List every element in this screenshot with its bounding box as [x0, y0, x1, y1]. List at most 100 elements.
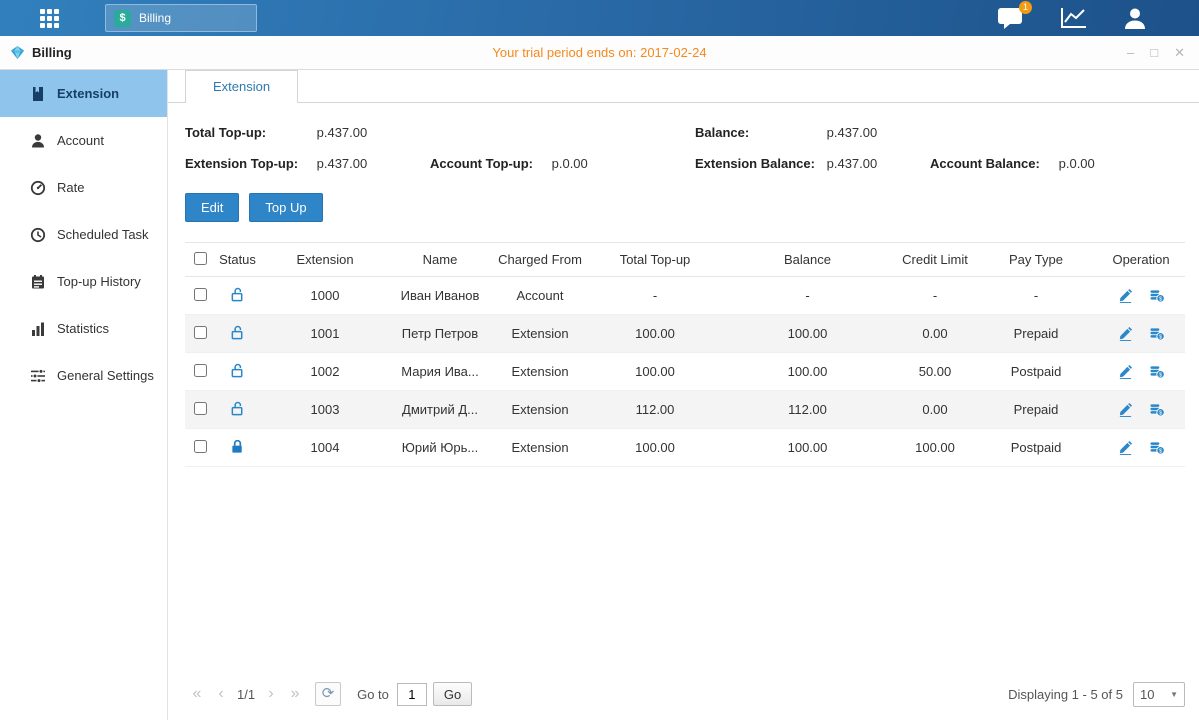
page-size-select[interactable]: 10 ▼ [1133, 682, 1185, 707]
row-checkbox[interactable] [194, 402, 207, 415]
user-account-button[interactable] [1123, 7, 1147, 30]
topup-row-icon[interactable]: $ [1149, 440, 1165, 455]
table-row: 1000 Иван Иванов Account - - - - $ [185, 277, 1185, 315]
maximize-icon[interactable]: □ [1150, 46, 1158, 59]
row-checkbox[interactable] [194, 326, 207, 339]
prev-page-icon[interactable]: ‹ [209, 685, 233, 703]
window-title: Billing [32, 45, 72, 60]
sidebar: Extension Account Rate Scheduled Task [0, 70, 168, 720]
taskbar-billing-label: Billing [139, 11, 171, 25]
topup-row-icon[interactable]: $ [1149, 326, 1165, 341]
col-pay-type: Pay Type [975, 243, 1097, 277]
topup-row-icon[interactable]: $ [1149, 402, 1165, 417]
tab-extension[interactable]: Extension [185, 70, 298, 103]
col-charged-from: Charged From [490, 243, 590, 277]
minimize-icon[interactable]: – [1127, 46, 1134, 59]
sidebar-item-label: Extension [57, 86, 119, 101]
pagination-bar: « ‹ 1/1 › » ⟳ Go to Go Displaying 1 - 5 … [185, 674, 1185, 720]
close-icon[interactable]: ✕ [1174, 46, 1185, 59]
user-icon [1123, 7, 1147, 30]
billing-dollar-icon: $ [114, 10, 131, 27]
summary-account-balance: Account Balance: p.0.00 [930, 156, 1185, 171]
app-menu-icon[interactable] [40, 9, 59, 28]
displaying-text: Displaying 1 - 5 of 5 [1008, 687, 1123, 702]
sidebar-item-label: Account [57, 133, 104, 148]
goto-label: Go to [357, 687, 389, 702]
table-row: 1001 Петр Петров Extension 100.00 100.00… [185, 315, 1185, 353]
action-buttons: Edit Top Up [185, 193, 1185, 222]
sidebar-item-scheduled-task[interactable]: Scheduled Task [0, 211, 167, 258]
select-all-checkbox[interactable] [194, 252, 207, 265]
extension-icon [30, 86, 46, 102]
calendar-icon [30, 274, 46, 290]
summary-total-topup: Total Top-up: p.437.00 [185, 125, 430, 140]
top-up-button[interactable]: Top Up [249, 193, 322, 222]
table-row: 1002 Мария Ива... Extension 100.00 100.0… [185, 353, 1185, 391]
account-icon [30, 133, 46, 149]
main-panel: Extension Total Top-up: p.437.00 Balance… [168, 70, 1199, 720]
refresh-icon[interactable]: ⟳ [315, 682, 341, 706]
rate-icon [30, 180, 46, 196]
unlocked-icon [230, 363, 245, 378]
sidebar-item-rate[interactable]: Rate [0, 164, 167, 211]
next-page-icon[interactable]: › [259, 685, 283, 703]
page-indicator: 1/1 [237, 687, 255, 702]
sidebar-item-topup-history[interactable]: Top-up History [0, 258, 167, 305]
extension-table: Status Extension Name Charged From Total… [185, 242, 1185, 467]
table-header-row: Status Extension Name Charged From Total… [185, 243, 1185, 277]
billing-app-icon [10, 45, 25, 60]
last-page-icon[interactable]: » [283, 685, 307, 703]
sidebar-item-extension[interactable]: Extension [0, 70, 167, 117]
unlocked-icon [230, 287, 245, 302]
window-titlebar: Billing Your trial period ends on: 2017-… [0, 36, 1199, 70]
row-checkbox[interactable] [194, 364, 207, 377]
first-page-icon[interactable]: « [185, 685, 209, 703]
summary-extension-balance: Extension Balance: p.437.00 [695, 156, 930, 171]
edit-row-icon[interactable] [1118, 326, 1133, 341]
sidebar-item-label: Top-up History [57, 274, 141, 289]
col-balance: Balance [720, 243, 895, 277]
col-total-topup: Total Top-up [590, 243, 720, 277]
trial-notice: Your trial period ends on: 2017-02-24 [492, 45, 706, 60]
edit-row-icon[interactable] [1118, 364, 1133, 379]
sidebar-item-statistics[interactable]: Statistics [0, 305, 167, 352]
clock-icon [30, 227, 46, 243]
sidebar-item-account[interactable]: Account [0, 117, 167, 164]
row-checkbox[interactable] [194, 440, 207, 453]
edit-button[interactable]: Edit [185, 193, 239, 222]
sidebar-item-label: General Settings [57, 368, 154, 383]
edit-row-icon[interactable] [1118, 288, 1133, 303]
taskbar-billing-button[interactable]: $ Billing [105, 4, 257, 32]
topup-row-icon[interactable]: $ [1149, 364, 1165, 379]
notifications-button[interactable]: 1 [997, 7, 1024, 30]
sidebar-item-label: Statistics [57, 321, 109, 336]
summary-balance: Balance: p.437.00 [695, 125, 930, 140]
unlocked-icon [230, 325, 245, 340]
line-chart-icon [1060, 7, 1087, 29]
table-row: 1003 Дмитрий Д... Extension 112.00 112.0… [185, 391, 1185, 429]
col-name: Name [390, 243, 490, 277]
locked-icon [230, 439, 245, 454]
unlocked-icon [230, 401, 245, 416]
go-button[interactable]: Go [433, 682, 472, 706]
notification-badge: 1 [1019, 1, 1032, 14]
summary-extension-topup: Extension Top-up: p.437.00 [185, 156, 430, 171]
sidebar-item-general-settings[interactable]: General Settings [0, 352, 167, 399]
sidebar-item-label: Scheduled Task [57, 227, 149, 242]
sidebar-item-label: Rate [57, 180, 84, 195]
resource-monitor-button[interactable] [1060, 7, 1087, 29]
tabbar: Extension [168, 70, 1199, 103]
col-credit-limit: Credit Limit [895, 243, 975, 277]
chevron-down-icon: ▼ [1170, 690, 1178, 699]
page-size-value: 10 [1140, 687, 1154, 702]
row-checkbox[interactable] [194, 288, 207, 301]
edit-row-icon[interactable] [1118, 440, 1133, 455]
topbar: $ Billing 1 [0, 0, 1199, 36]
topup-row-icon[interactable]: $ [1149, 288, 1165, 303]
goto-page-input[interactable] [397, 683, 427, 706]
edit-row-icon[interactable] [1118, 402, 1133, 417]
bar-chart-icon [30, 321, 46, 337]
summary-account-topup: Account Top-up: p.0.00 [430, 156, 695, 171]
col-operation: Operation [1097, 243, 1185, 277]
table-row: 1004 Юрий Юрь... Extension 100.00 100.00… [185, 429, 1185, 467]
